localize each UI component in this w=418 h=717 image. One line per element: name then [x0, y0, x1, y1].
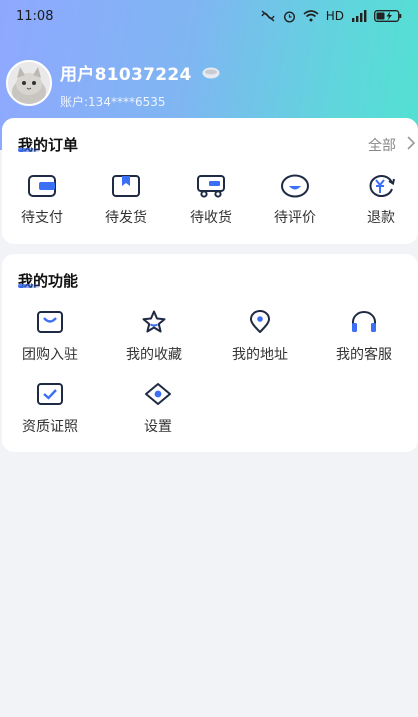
- feature-address[interactable]: 我的地址: [232, 310, 288, 364]
- signal-icon: [351, 10, 367, 22]
- order-pending-review-label: 待评价: [274, 210, 316, 226]
- status-icons: HD: [260, 9, 404, 23]
- mute-icon: [260, 10, 276, 22]
- feature-settings-label: 设置: [144, 419, 172, 435]
- all-orders-label: 全部: [368, 138, 396, 154]
- username: 用户81037224: [60, 65, 192, 85]
- bag-icon: [37, 311, 63, 333]
- all-orders-link[interactable]: 全部: [368, 135, 416, 155]
- refund-icon: [369, 175, 395, 197]
- alarm-icon: [283, 10, 296, 23]
- order-pending-receipt[interactable]: 待收货: [190, 174, 232, 227]
- feature-qualification-label: 资质证照: [22, 419, 78, 435]
- feature-group-buy-join-label: 团购入驻: [22, 347, 78, 363]
- truck-icon: [197, 175, 225, 198]
- order-pending-review[interactable]: 待评价: [274, 174, 316, 227]
- feature-customer-service[interactable]: 我的客服: [336, 310, 392, 364]
- profile-section: 用户81037224 账户:134****6535: [6, 60, 220, 110]
- account-number: 账户:134****6535: [60, 95, 166, 109]
- wallet-icon: [28, 175, 56, 197]
- feature-customer-service-label: 我的客服: [336, 347, 392, 363]
- order-refund[interactable]: 退款: [366, 174, 396, 227]
- cat-avatar-icon: [8, 62, 50, 104]
- feature-qualification[interactable]: 资质证照: [22, 382, 78, 436]
- order-pending-payment-label: 待支付: [21, 210, 63, 226]
- headset-icon: [352, 311, 376, 332]
- feature-settings[interactable]: 设置: [143, 382, 173, 436]
- star-icon: [142, 310, 166, 333]
- my-features-card: 我的功能 团购入驻 我的收藏 我的地址 我的客服 资质证照 设置: [2, 254, 418, 452]
- order-pending-shipment-label: 待发货: [105, 210, 147, 226]
- feature-address-label: 我的地址: [232, 347, 288, 363]
- avatar[interactable]: [6, 60, 52, 106]
- order-refund-label: 退款: [367, 210, 395, 226]
- eye-settings-icon: [145, 383, 171, 405]
- certificate-icon: [37, 383, 63, 405]
- network-type: HD: [325, 9, 344, 23]
- chevron-right-icon: [406, 135, 416, 155]
- feature-favorites-label: 我的收藏: [126, 347, 182, 363]
- status-bar: 11:08 HD: [0, 0, 418, 32]
- wifi-icon: [303, 10, 319, 22]
- feature-group-buy-join[interactable]: 团购入驻: [22, 310, 78, 364]
- order-pending-shipment[interactable]: 待发货: [105, 174, 147, 227]
- battery-icon: [374, 10, 404, 22]
- status-time: 11:08: [16, 8, 54, 24]
- feature-favorites[interactable]: 我的收藏: [126, 310, 182, 364]
- member-badge-icon: [202, 67, 220, 79]
- title-accent: [18, 148, 40, 152]
- smile-icon: [281, 174, 309, 198]
- location-icon: [250, 310, 270, 333]
- title-accent: [18, 284, 40, 288]
- my-orders-card: 我的订单 全部 待支付 待发货 待收货 待评价 退款: [2, 118, 418, 244]
- order-pending-receipt-label: 待收货: [190, 210, 232, 226]
- order-pending-payment[interactable]: 待支付: [21, 174, 63, 227]
- bookmark-box-icon: [112, 175, 140, 197]
